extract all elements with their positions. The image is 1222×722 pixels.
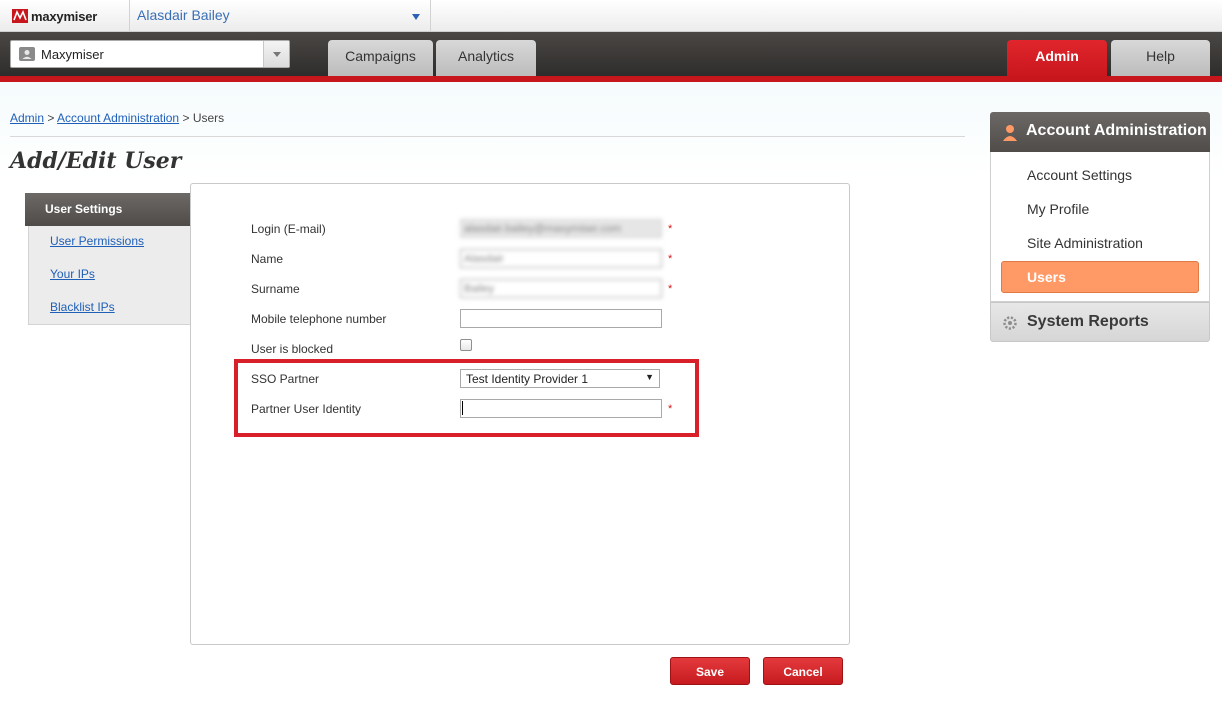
menu-item-site-administration[interactable]: Site Administration	[1027, 235, 1143, 251]
system-reports-section[interactable]: System Reports	[990, 302, 1210, 342]
gear-icon	[1003, 316, 1017, 330]
login-label: Login (E-mail)	[251, 222, 326, 236]
system-reports-title: System Reports	[1027, 313, 1149, 330]
chevron-down-icon	[412, 14, 420, 20]
user-blocked-label: User is blocked	[251, 342, 334, 356]
breadcrumb-separator: >	[182, 111, 190, 125]
user-name: Alasdair Bailey	[137, 7, 230, 23]
menu-item-my-profile[interactable]: My Profile	[1027, 201, 1089, 217]
divider	[430, 0, 431, 32]
user-switcher[interactable]: Alasdair Bailey	[130, 0, 430, 32]
breadcrumb-current: Users	[192, 111, 225, 125]
menu-item-users[interactable]: Users	[1001, 261, 1199, 293]
maxymiser-logo-icon	[12, 9, 28, 23]
divider	[10, 136, 965, 137]
site-selector[interactable]: Maxymiser	[10, 40, 290, 68]
page-title: Add/Edit User	[10, 148, 182, 174]
tab-analytics[interactable]: Analytics	[436, 40, 536, 76]
account-administration-title: Account Administration	[1026, 122, 1207, 139]
breadcrumb-admin-link[interactable]: Admin	[10, 111, 44, 125]
name-label: Name	[251, 252, 284, 266]
sso-highlight-box	[234, 359, 699, 437]
breadcrumb: Admin > Account Administration > Users	[10, 111, 224, 125]
logo-text: maxymiser	[31, 8, 98, 24]
user-icon	[1003, 125, 1017, 141]
mobile-phone-field[interactable]	[460, 309, 662, 328]
login-email-field[interactable]	[460, 219, 662, 238]
maxymiser-logo[interactable]: maxymiser	[12, 8, 97, 24]
menu-item-account-settings[interactable]: Account Settings	[1027, 167, 1132, 183]
required-marker: *	[668, 253, 673, 265]
nav-accent-line	[0, 76, 1222, 82]
tab-admin[interactable]: Admin	[1007, 40, 1107, 78]
subtab-your-ips[interactable]: Your IPs	[50, 267, 95, 281]
folder-user-icon	[19, 47, 35, 61]
breadcrumb-account-administration-link[interactable]: Account Administration	[57, 111, 179, 125]
tab-help[interactable]: Help	[1111, 40, 1210, 76]
user-blocked-checkbox[interactable]	[460, 339, 472, 351]
name-field[interactable]	[460, 249, 662, 268]
mobile-label: Mobile telephone number	[251, 312, 387, 326]
required-marker: *	[668, 223, 673, 235]
subtab-blacklist-ips[interactable]: Blacklist IPs	[50, 300, 115, 314]
save-button[interactable]: Save	[670, 657, 750, 685]
top-bar: maxymiser Alasdair Bailey	[0, 0, 1222, 32]
cancel-button[interactable]: Cancel	[763, 657, 843, 685]
site-dropdown-button[interactable]	[263, 41, 289, 67]
main-navbar: Maxymiser Campaigns Analytics Admin Help	[0, 32, 1222, 78]
surname-field[interactable]	[460, 279, 662, 298]
account-administration-header[interactable]: Account Administration	[990, 112, 1210, 152]
breadcrumb-separator: >	[47, 111, 55, 125]
required-marker: *	[668, 283, 673, 295]
surname-label: Surname	[251, 282, 300, 296]
site-name: Maxymiser	[41, 47, 104, 62]
tab-campaigns[interactable]: Campaigns	[328, 40, 433, 76]
subtab-user-settings[interactable]: User Settings	[25, 193, 191, 226]
subtab-user-permissions[interactable]: User Permissions	[50, 234, 144, 248]
